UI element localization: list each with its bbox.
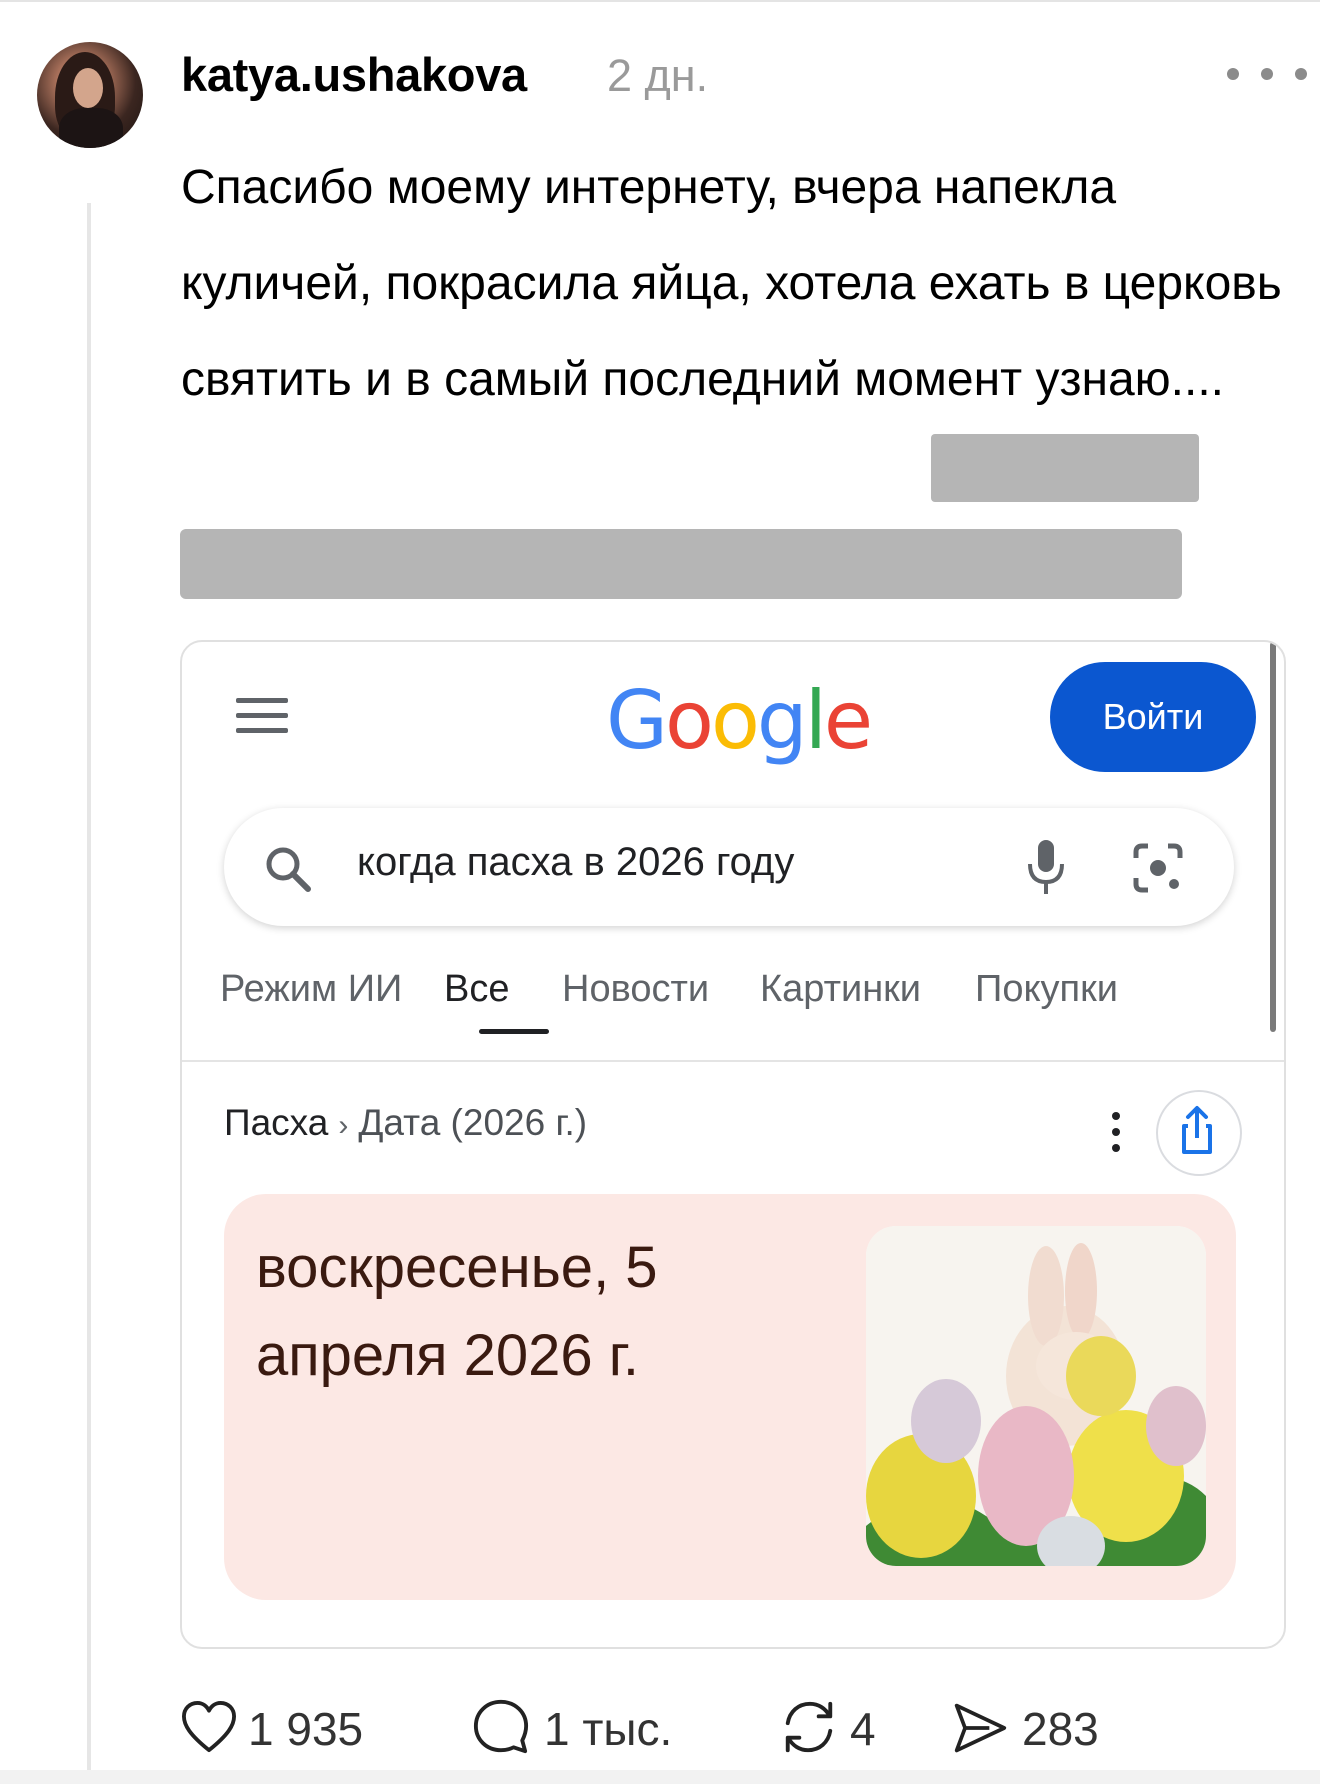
search-input[interactable]: когда пасха в 2026 году	[357, 840, 794, 885]
kebab-icon[interactable]	[1110, 1112, 1122, 1152]
mic-icon[interactable]	[1024, 838, 1068, 896]
more-icon[interactable]	[1225, 60, 1313, 90]
lens-icon[interactable]	[1132, 842, 1184, 894]
redacted-text	[180, 529, 1182, 599]
heart-icon	[182, 1700, 236, 1753]
redacted-text	[931, 434, 1199, 502]
share-button[interactable]	[1156, 1090, 1242, 1176]
search-icon[interactable]	[262, 843, 314, 895]
tab-ai-mode[interactable]: Режим ИИ	[220, 968, 402, 1011]
send-button[interactable]: 283	[952, 1690, 1132, 1770]
logo-letter: G	[606, 674, 668, 767]
comments-count: 1 тыс.	[544, 1703, 673, 1755]
reposts-count: 4	[850, 1703, 876, 1755]
google-logo: Google	[606, 674, 873, 767]
thread-line	[87, 203, 91, 1783]
post-time: 2 дн.	[607, 50, 709, 101]
breadcrumb-main[interactable]: Пасха	[224, 1102, 328, 1143]
scrollbar[interactable]	[1270, 642, 1276, 1032]
repost-button[interactable]: 4	[780, 1690, 900, 1770]
answer-card: воскресенье, 5 апреля 2026 г.	[224, 1194, 1236, 1600]
share-icon	[1182, 1106, 1212, 1154]
like-button[interactable]: 1 935	[180, 1690, 380, 1770]
breadcrumb-sub[interactable]: Дата (2026 г.)	[358, 1102, 587, 1143]
tab-images[interactable]: Картинки	[760, 968, 921, 1011]
post-actions: 1 935 1 тыс. 4 283	[0, 1690, 1320, 1770]
search-bar[interactable]: когда пасха в 2026 году	[224, 808, 1234, 926]
logo-letter: l	[804, 674, 827, 767]
likes-count: 1 935	[248, 1703, 364, 1755]
menu-icon[interactable]	[236, 698, 288, 734]
answer-date: воскресенье, 5 апреля 2026 г.	[256, 1235, 658, 1388]
active-tab-indicator	[479, 1029, 549, 1034]
post-text: Спасибо моему интернету, вчера напекла к…	[181, 161, 1282, 406]
logo-letter: o	[710, 674, 760, 767]
tab-news[interactable]: Новости	[562, 968, 709, 1011]
username[interactable]: katya.ushakova	[181, 47, 527, 102]
top-divider	[0, 0, 1320, 2]
shares-count: 283	[1022, 1703, 1099, 1755]
bottom-divider	[0, 1770, 1320, 1784]
logo-letter: g	[756, 674, 808, 767]
comment-icon	[473, 1699, 529, 1754]
screenshot-embed[interactable]: Google Войти когда пасха в 2026 году Реж…	[180, 640, 1286, 1649]
divider	[182, 1060, 1284, 1062]
signin-button[interactable]: Войти	[1050, 662, 1256, 772]
send-icon	[954, 1703, 1007, 1753]
breadcrumb: Пасха › Дата (2026 г.)	[224, 1102, 587, 1144]
chevron-right-icon: ›	[338, 1109, 349, 1142]
search-tabs: Режим ИИ Все Новости Картинки Покупки	[182, 958, 1284, 1038]
easter-bunny-image[interactable]	[866, 1226, 1206, 1566]
avatar[interactable]	[37, 42, 143, 148]
logo-letter: e	[823, 674, 873, 767]
tab-shopping[interactable]: Покупки	[975, 968, 1118, 1011]
comment-button[interactable]: 1 тыс.	[472, 1690, 692, 1770]
tab-all[interactable]: Все	[444, 968, 509, 1011]
repost-icon	[785, 1701, 833, 1753]
logo-letter: o	[665, 674, 714, 767]
